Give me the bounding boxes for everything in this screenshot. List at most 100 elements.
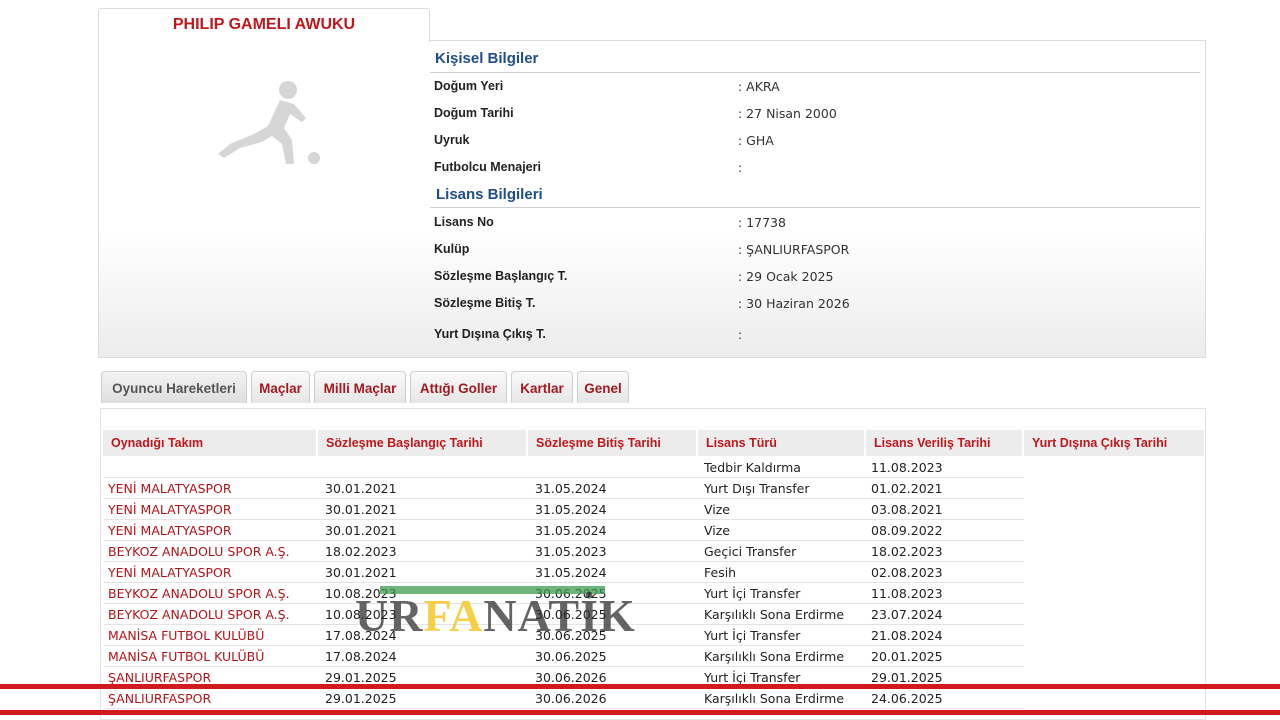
- license-date-cell: 01.02.2021: [871, 481, 943, 496]
- license-date-cell: 23.07.2024: [871, 607, 943, 622]
- team-cell[interactable]: YENİ MALATYASPOR: [108, 481, 232, 496]
- birthplace-value: : AKRA: [738, 79, 780, 94]
- license-type-cell: Vize: [704, 523, 731, 538]
- license-type-cell: Fesih: [704, 565, 737, 580]
- contract-end-cell: 31.05.2024: [535, 523, 607, 538]
- team-cell[interactable]: ŞANLIURFASPOR: [108, 691, 211, 706]
- license-date-cell: 24.06.2025: [871, 691, 943, 706]
- contract-start-cell: 10.08.2023: [325, 607, 397, 622]
- license-date-cell: 18.02.2023: [871, 544, 943, 559]
- contract-start-cell: 17.08.2024: [325, 628, 397, 643]
- contract-end-cell: 31.05.2024: [535, 502, 607, 517]
- table-row: MANİSA FUTBOL KULÜBÜ 17.08.2024 30.06.2025…: [104, 646, 1024, 667]
- license-date-cell: 03.08.2021: [871, 502, 943, 517]
- contract-end-cell: 30.06.2025: [535, 586, 607, 601]
- license-date-cell: 02.08.2023: [871, 565, 943, 580]
- contract-end-cell: 30.06.2026: [535, 670, 607, 685]
- tab-player-movements[interactable]: Oyuncu Hareketleri: [101, 371, 247, 403]
- table-row: BEYKOZ ANADOLU SPOR A.Ş. 10.08.2023 30.06.…: [104, 583, 1024, 604]
- table-row: YENİ MALATYASPOR 30.01.2021 31.05.2024 Yurt…: [104, 478, 1024, 499]
- red-highlight-line-bottom: [0, 710, 1280, 715]
- contract-end-label: Sözleşme Bitiş T.: [434, 296, 536, 310]
- table-row: BEYKOZ ANADOLU SPOR A.Ş. 18.02.2023 31.05.…: [104, 541, 1024, 562]
- column-header-contract-end: Sözleşme Bitiş Tarihi: [528, 430, 698, 456]
- column-header-team: Oynadığı Takım: [103, 430, 318, 456]
- team-cell[interactable]: YENİ MALATYASPOR: [108, 523, 232, 538]
- contract-start-cell: 29.01.2025: [325, 670, 397, 685]
- contract-end-cell: 30.06.2025: [535, 628, 607, 643]
- license-date-cell: 20.01.2025: [871, 649, 943, 664]
- license-info-title: Lisans Bilgileri: [436, 186, 543, 203]
- agent-label: Futbolcu Menajeri: [434, 160, 541, 174]
- tab-goals[interactable]: Attığı Goller: [410, 371, 507, 403]
- tab-cards[interactable]: Kartlar: [511, 371, 573, 403]
- contract-end-value: : 30 Haziran 2026: [738, 296, 850, 311]
- team-cell[interactable]: MANİSA FUTBOL KULÜBÜ: [108, 649, 264, 664]
- license-type-cell: Yurt İçi Transfer: [704, 670, 801, 685]
- contract-start-cell: 30.01.2021: [325, 565, 397, 580]
- contract-end-cell: 30.06.2025: [535, 607, 607, 622]
- license-info-divider: [430, 207, 1200, 208]
- license-date-cell: 29.01.2025: [871, 670, 943, 685]
- table-row: YENİ MALATYASPOR 30.01.2021 31.05.2024 Vize…: [104, 520, 1024, 541]
- contract-end-cell: 31.05.2024: [535, 565, 607, 580]
- table-row: Tedbir Kaldırma 11.08.2023: [104, 457, 1024, 478]
- tab-general[interactable]: Genel: [577, 371, 629, 403]
- birthdate-value: : 27 Nisan 2000: [738, 106, 837, 121]
- license-date-cell: 08.09.2022: [871, 523, 943, 538]
- team-cell[interactable]: BEYKOZ ANADOLU SPOR A.Ş.: [108, 607, 290, 622]
- table-row: BEYKOZ ANADOLU SPOR A.Ş. 10.08.2023 30.06.…: [104, 604, 1024, 625]
- contract-start-label: Sözleşme Başlangıç T.: [434, 269, 568, 283]
- table-row: ŞANLIURFASPOR 29.01.2025 30.06.2026 Karşılı…: [104, 688, 1024, 709]
- team-cell[interactable]: YENİ MALATYASPOR: [108, 502, 232, 517]
- license-type-cell: Yurt İçi Transfer: [704, 586, 801, 601]
- license-date-cell: 11.08.2023: [871, 460, 943, 475]
- abroad-exit-value: :: [738, 327, 743, 342]
- team-cell[interactable]: ŞANLIURFASPOR: [108, 670, 211, 685]
- contract-start-cell: 30.01.2021: [325, 481, 397, 496]
- club-value: : ŞANLIURFASPOR: [738, 242, 850, 257]
- contract-start-cell: 29.01.2025: [325, 691, 397, 706]
- license-type-cell: Geçici Transfer: [704, 544, 797, 559]
- contract-end-cell: 30.06.2026: [535, 691, 607, 706]
- column-header-license-type: Lisans Türü: [698, 430, 866, 456]
- agent-value: :: [738, 160, 743, 175]
- column-header-abroad-exit: Yurt Dışına Çıkış Tarihi: [1024, 430, 1204, 456]
- player-silhouette-icon: [218, 81, 320, 164]
- contract-end-cell: 31.05.2023: [535, 544, 607, 559]
- column-header-contract-start: Sözleşme Başlangıç Tarihi: [318, 430, 528, 456]
- table-row: YENİ MALATYASPOR 30.01.2021 31.05.2024 Fesi…: [104, 562, 1024, 583]
- license-type-cell: Vize: [704, 502, 731, 517]
- team-cell[interactable]: YENİ MALATYASPOR: [108, 565, 232, 580]
- tab-national-matches[interactable]: Milli Maçlar: [314, 371, 406, 403]
- license-type-cell: Karşılıklı Sona Erdirme: [704, 607, 845, 622]
- team-cell[interactable]: BEYKOZ ANADOLU SPOR A.Ş.: [108, 544, 290, 559]
- table-row: MANİSA FUTBOL KULÜBÜ 17.08.2024 30.06.2025…: [104, 625, 1024, 646]
- contract-start-cell: 30.01.2021: [325, 523, 397, 538]
- table-row: YENİ MALATYASPOR 30.01.2021 31.05.2024 Vize…: [104, 499, 1024, 520]
- birthplace-label: Doğum Yeri: [434, 79, 504, 93]
- abroad-exit-label: Yurt Dışına Çıkış T.: [434, 327, 546, 341]
- personal-info-title: Kişisel Bilgiler: [435, 50, 539, 67]
- license-date-cell: 11.08.2023: [871, 586, 943, 601]
- birthdate-label: Doğum Tarihi: [434, 106, 514, 120]
- team-cell[interactable]: MANİSA FUTBOL KULÜBÜ: [108, 628, 264, 643]
- contract-end-cell: 31.05.2024: [535, 481, 607, 496]
- player-name: PHILIP GAMELI AWUKU: [172, 16, 356, 33]
- license-type-cell: Karşılıklı Sona Erdirme: [704, 691, 845, 706]
- contract-start-cell: 18.02.2023: [325, 544, 397, 559]
- license-type-cell: Yurt İçi Transfer: [704, 628, 801, 643]
- column-header-license-date: Lisans Veriliş Tarihi: [866, 430, 1024, 456]
- nationality-value: : GHA: [738, 133, 774, 148]
- team-cell[interactable]: BEYKOZ ANADOLU SPOR A.Ş.: [108, 586, 290, 601]
- club-label: Kulüp: [434, 242, 470, 256]
- license-no-label: Lisans No: [434, 215, 494, 229]
- contract-start-cell: 17.08.2024: [325, 649, 397, 664]
- contract-start-cell: 10.08.2023: [325, 586, 397, 601]
- tab-matches[interactable]: Maçlar: [251, 371, 310, 403]
- personal-info-divider: [430, 72, 1200, 73]
- license-no-value: : 17738: [738, 215, 786, 230]
- contract-start-cell: 30.01.2021: [325, 502, 397, 517]
- license-type-cell: Yurt Dışı Transfer: [704, 481, 810, 496]
- player-name-tab: PHILIP GAMELI AWUKU: [98, 8, 430, 42]
